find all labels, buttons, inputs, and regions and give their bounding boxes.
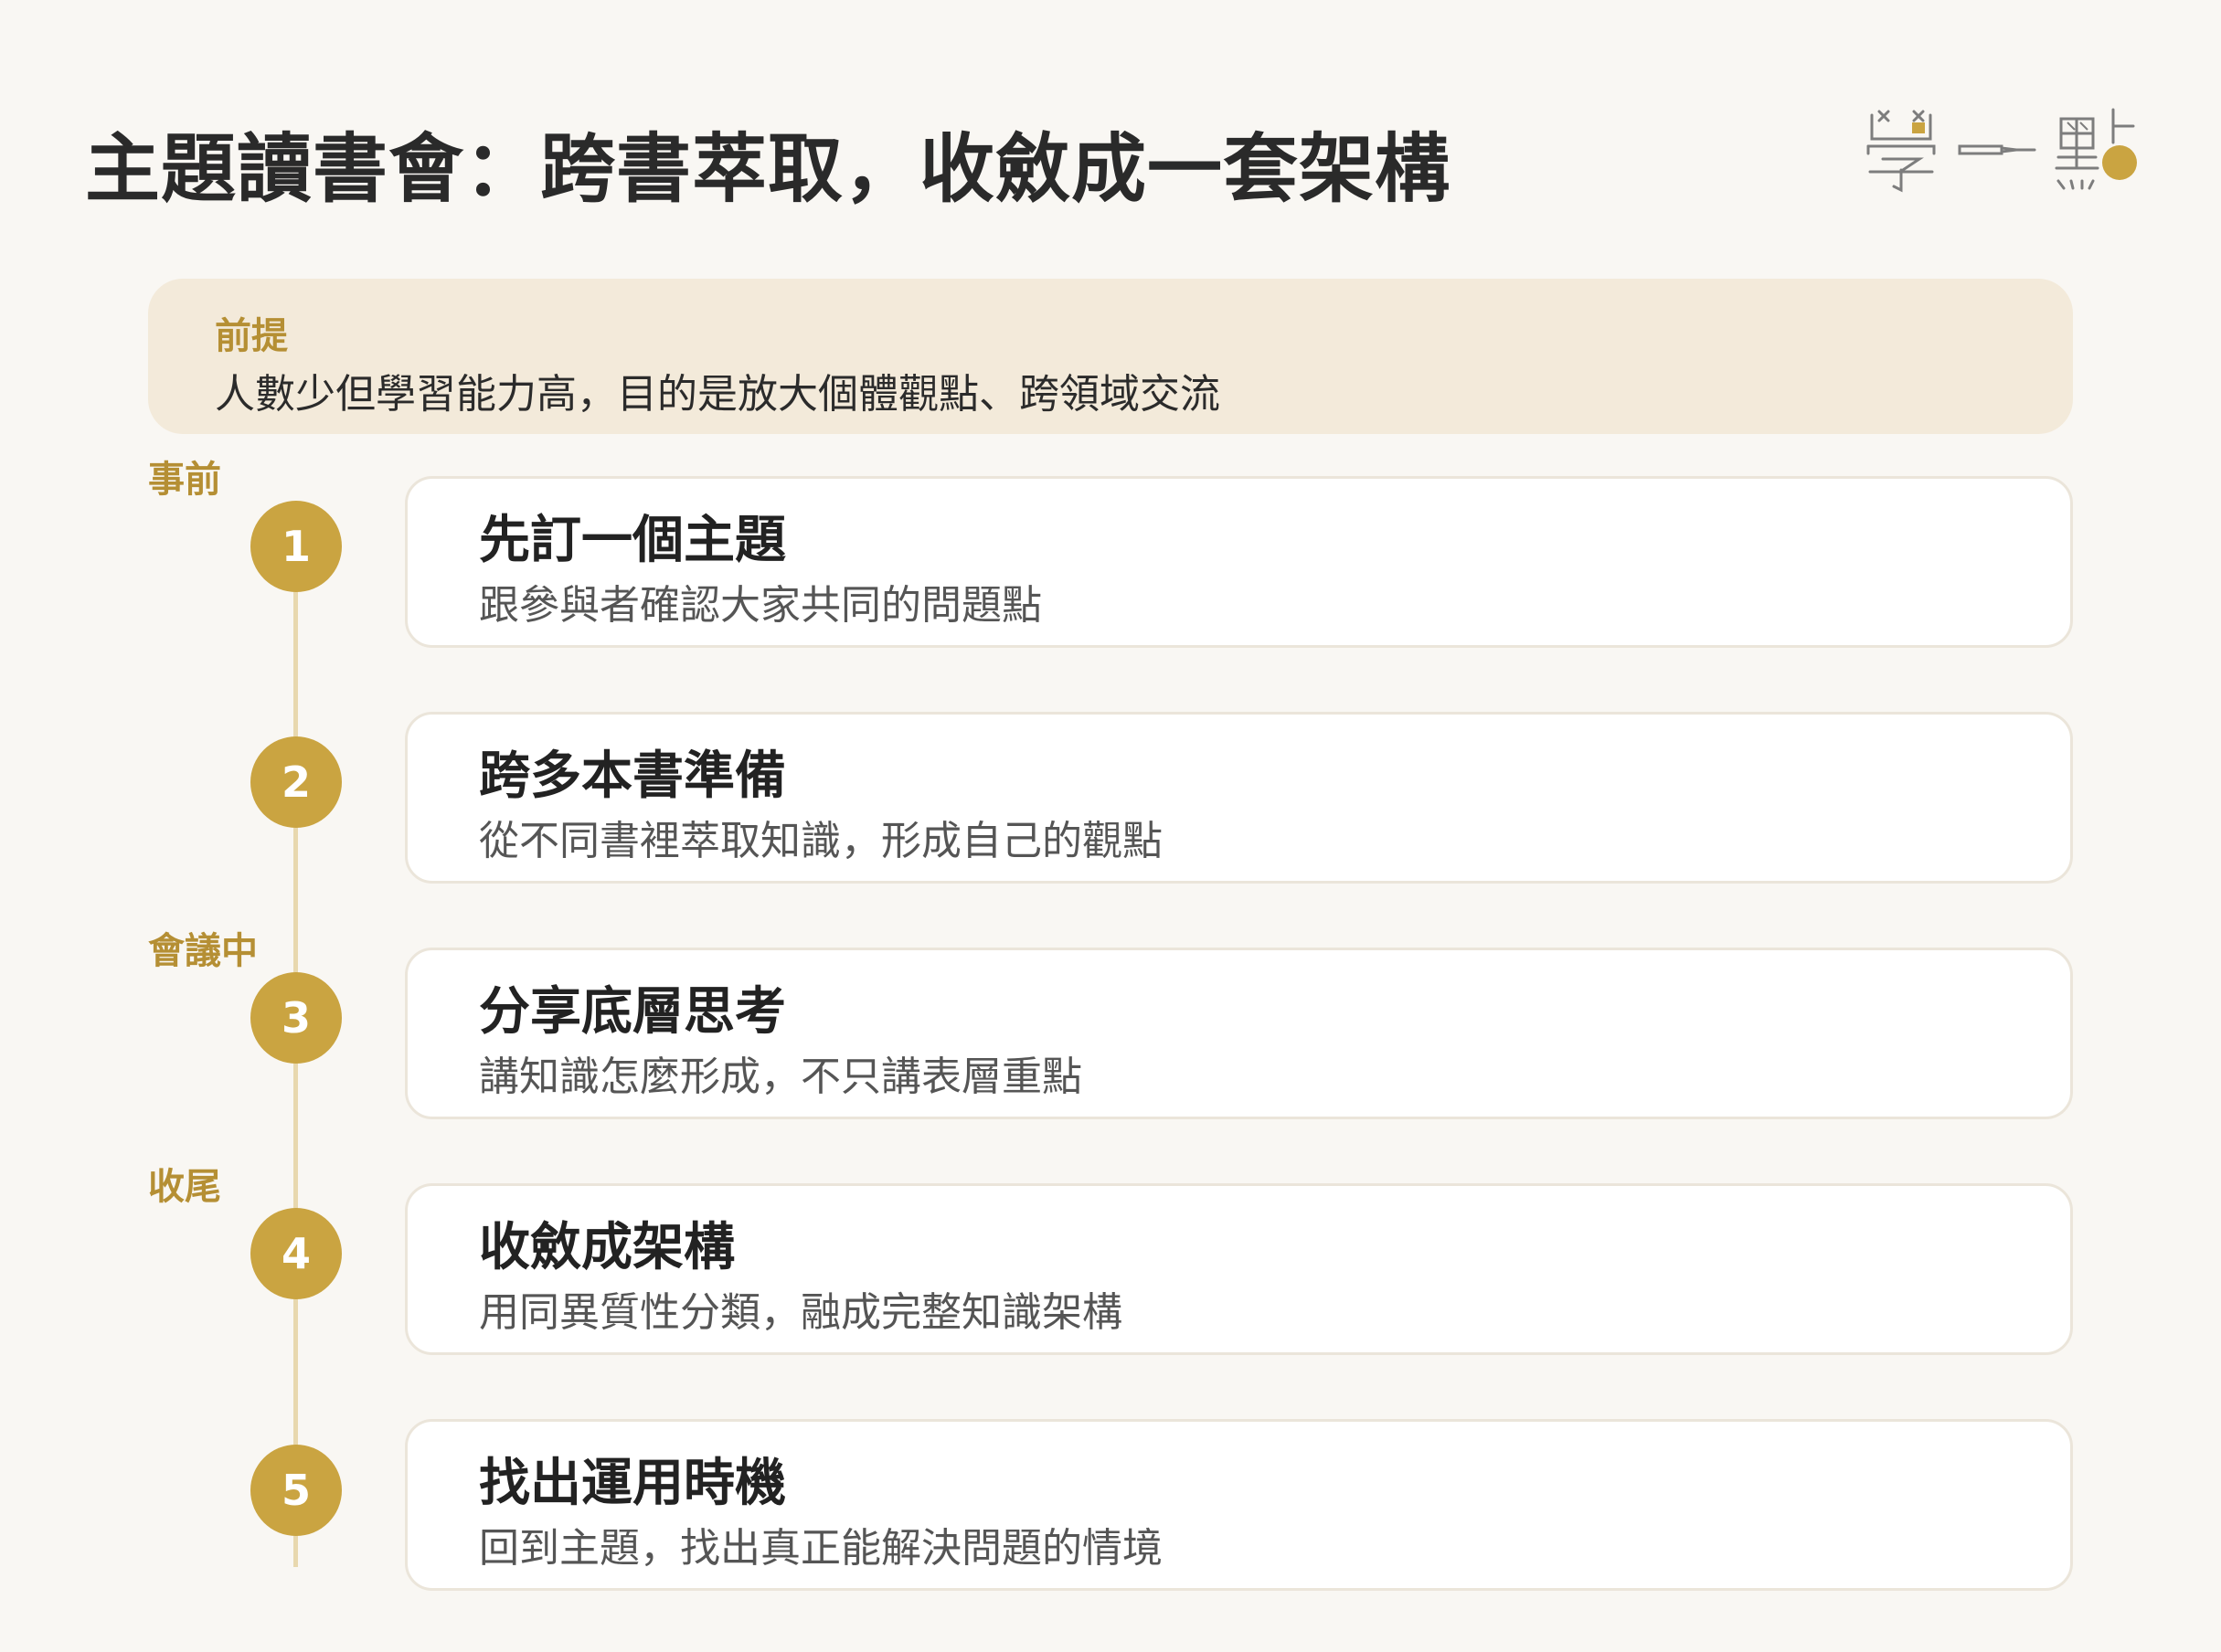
step-card-1: 先訂一個主題 跟參與者確認大家共同的問題點: [405, 476, 2073, 648]
step-title-3: 分享底層思考: [479, 982, 786, 1042]
step-number-2: 2: [250, 736, 342, 828]
step-card-4: 收斂成架構 用同異質性分類，融成完整知識架構: [405, 1183, 2073, 1355]
phase-label-during: 會議中: [148, 930, 258, 972]
premise-text: 人數少但學習能力高，目的是放大個體觀點、跨領域交流: [215, 371, 1220, 418]
step-desc-3: 講知識怎麼形成，不只講表層重點: [479, 1054, 1082, 1100]
premise-box: 前提 人數少但學習能力高，目的是放大個體觀點、跨領域交流: [148, 279, 2073, 434]
logo: [1865, 102, 2148, 194]
step-title-5: 找出運用時機: [479, 1454, 786, 1513]
page-title: 主題讀書會：跨書萃取，收斂成一套架構: [85, 126, 1451, 213]
step-title-4: 收斂成架構: [479, 1218, 735, 1277]
step-number-1: 1: [250, 501, 342, 592]
step-desc-2: 從不同書裡萃取知識，形成自己的觀點: [479, 818, 1163, 864]
step-title-1: 先訂一個主題: [479, 511, 786, 570]
step-number-5: 5: [250, 1445, 342, 1536]
step-card-5: 找出運用時機 回到主題，找出真正能解決問題的情境: [405, 1419, 2073, 1591]
step-desc-1: 跟參與者確認大家共同的問題點: [479, 582, 1042, 629]
step-card-2: 跨多本書準備 從不同書裡萃取知識，形成自己的觀點: [405, 712, 2073, 884]
logo-icon: [1866, 108, 2137, 193]
phase-label-closing: 收尾: [148, 1166, 221, 1208]
premise-label: 前提: [215, 315, 288, 357]
step-title-2: 跨多本書準備: [479, 747, 786, 806]
step-desc-4: 用同異質性分類，融成完整知識架構: [479, 1289, 1122, 1336]
step-card-3: 分享底層思考 講知識怎麼形成，不只講表層重點: [405, 948, 2073, 1119]
step-number-4: 4: [250, 1208, 342, 1299]
step-desc-5: 回到主題，找出真正能解決問題的情境: [479, 1525, 1163, 1572]
phase-label-before: 事前: [148, 459, 221, 501]
step-number-3: 3: [250, 972, 342, 1064]
